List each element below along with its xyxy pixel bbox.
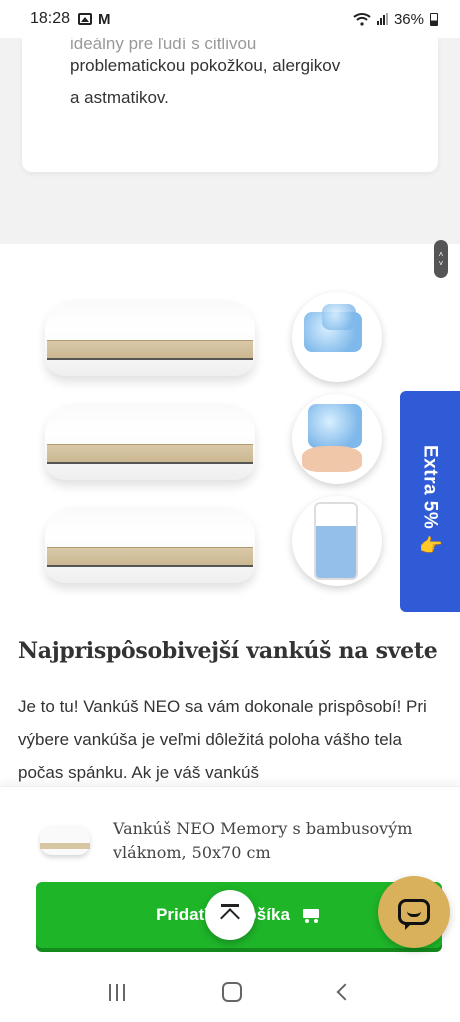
cart-icon — [300, 907, 322, 923]
chat-icon — [398, 899, 430, 930]
sticky-product-title: Vankúš NEO Memory s bambusovým vláknom, … — [113, 819, 413, 862]
scroll-top-bar-icon — [221, 904, 239, 907]
chevron-up-icon — [220, 908, 240, 928]
recent-apps-button[interactable] — [108, 983, 125, 1001]
battery-icon — [430, 12, 438, 26]
status-time: 18:28 — [30, 10, 71, 27]
feature-card-line-2: a astmatikov. — [70, 88, 169, 107]
scroll-to-top-button[interactable] — [205, 890, 255, 940]
extra-discount-label: Extra 5% 👉 — [419, 444, 441, 559]
battery-percent: 36% — [393, 10, 424, 28]
section-heading: Najprispôsobivejší vankúš na svete — [18, 638, 438, 664]
chat-button[interactable] — [378, 876, 450, 948]
chevron-up-icon: ˄ — [438, 250, 444, 259]
back-button[interactable] — [336, 983, 354, 1001]
feature-card: ideálny pre ľudí s citlivou problematick… — [22, 34, 438, 172]
system-nav-bar — [0, 962, 460, 1022]
home-button[interactable] — [221, 982, 242, 1002]
feature-card-text: ideálny pre ľudí s citlivou problematick… — [70, 34, 340, 114]
wifi-icon — [353, 13, 371, 26]
pillow-image-3 — [45, 507, 255, 583]
filling-image-2 — [292, 394, 382, 484]
product-thumbnail — [38, 817, 92, 865]
pillow-image-2 — [45, 404, 255, 480]
filling-image-3 — [292, 496, 382, 586]
gmail-icon: M — [98, 10, 111, 28]
scroll-toggle[interactable]: ˄ ˅ — [434, 240, 448, 278]
pillow-image-1 — [45, 300, 255, 376]
signal-icon — [376, 13, 388, 25]
section-paragraph: Je to tu! Vankúš NEO sa vám dokonale pri… — [18, 697, 427, 782]
chevron-down-icon: ˅ — [438, 259, 444, 268]
feature-section: ideálny pre ľudí s citlivou problematick… — [0, 34, 460, 244]
gallery-icon — [78, 13, 93, 25]
status-bar: 18:28 M 36% — [0, 0, 460, 38]
filling-image-1 — [292, 292, 382, 382]
product-image — [0, 244, 400, 614]
extra-discount-tab[interactable]: Extra 5% 👉 — [400, 391, 460, 612]
